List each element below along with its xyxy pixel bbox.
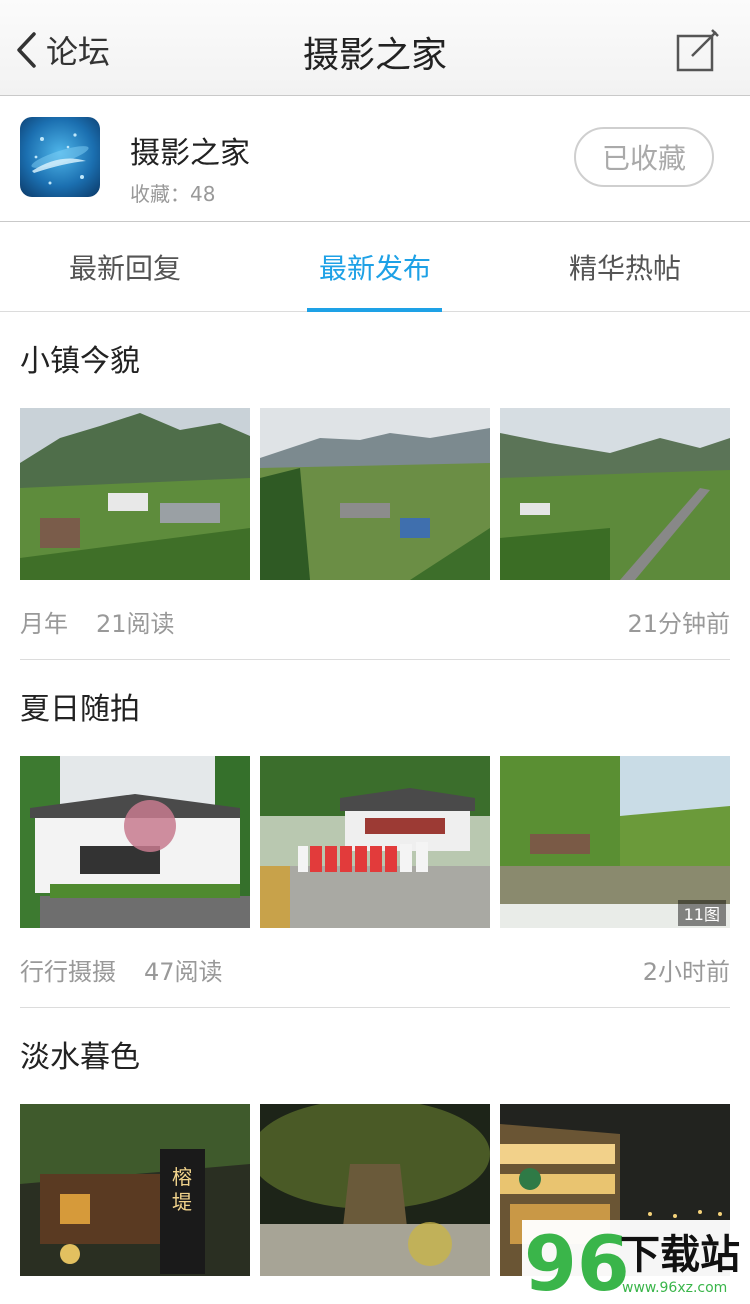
post-image[interactable] (20, 408, 250, 580)
image-count-badge: 11图 (677, 900, 726, 926)
page-title: 摄影之家 (302, 35, 447, 76)
tab-featured-posts[interactable]: 精华热帖 (500, 222, 750, 311)
svg-text:堤: 堤 (172, 1190, 192, 1214)
watermark-logo: 96 下载站 www.96xz.com (522, 1219, 750, 1304)
post-image[interactable] (260, 1104, 490, 1276)
post-author: 行行摄摄 (20, 958, 116, 986)
post-meta: 月年 21阅读 (20, 604, 175, 639)
post-author: 月年 (20, 610, 68, 638)
post-title: 淡水暮色 (20, 1040, 140, 1075)
post-time: 2小时前 (642, 958, 730, 986)
forum-avatar (20, 117, 100, 197)
post-reads: 21阅读 (96, 610, 175, 638)
post-title: 夏日随拍 (20, 692, 140, 727)
tab-bar: 最新回复 最新发布 精华热帖 (0, 222, 750, 312)
forum-name: 摄影之家 (130, 136, 250, 171)
post-thumbnails (20, 408, 730, 580)
post-image[interactable] (20, 756, 250, 928)
post-image[interactable] (260, 756, 490, 928)
post-image[interactable]: 11图 (500, 756, 730, 928)
forum-favorite-count: 收藏：48 (130, 182, 216, 206)
post-image[interactable]: 榕 堤 (20, 1104, 250, 1276)
post-thumbnails: 11图 (20, 756, 730, 928)
post-title: 小镇今貌 (20, 344, 140, 379)
watermark-text: 下载站 (620, 1232, 740, 1278)
post-image[interactable] (260, 408, 490, 580)
navigation-bar: 论坛 摄影之家 (0, 0, 750, 96)
post-time: 21分钟前 (627, 610, 730, 638)
divider (20, 1007, 730, 1008)
tab-latest-replies[interactable]: 最新回复 (0, 222, 250, 311)
watermark-url: www.96xz.com (622, 1280, 727, 1296)
watermark-number: 96 (524, 1220, 630, 1304)
forum-header: 摄影之家 收藏：48 已收藏 (0, 96, 750, 222)
post-reads: 47阅读 (144, 958, 223, 986)
post-image[interactable] (500, 408, 730, 580)
divider (20, 659, 730, 660)
compose-icon (676, 29, 719, 72)
tab-latest-posts[interactable]: 最新发布 (250, 222, 500, 312)
post-meta: 行行摄摄 47阅读 (20, 952, 223, 987)
compose-button[interactable] (676, 28, 720, 72)
svg-text:榕: 榕 (172, 1165, 192, 1189)
favorited-button[interactable]: 已收藏 (574, 127, 714, 187)
